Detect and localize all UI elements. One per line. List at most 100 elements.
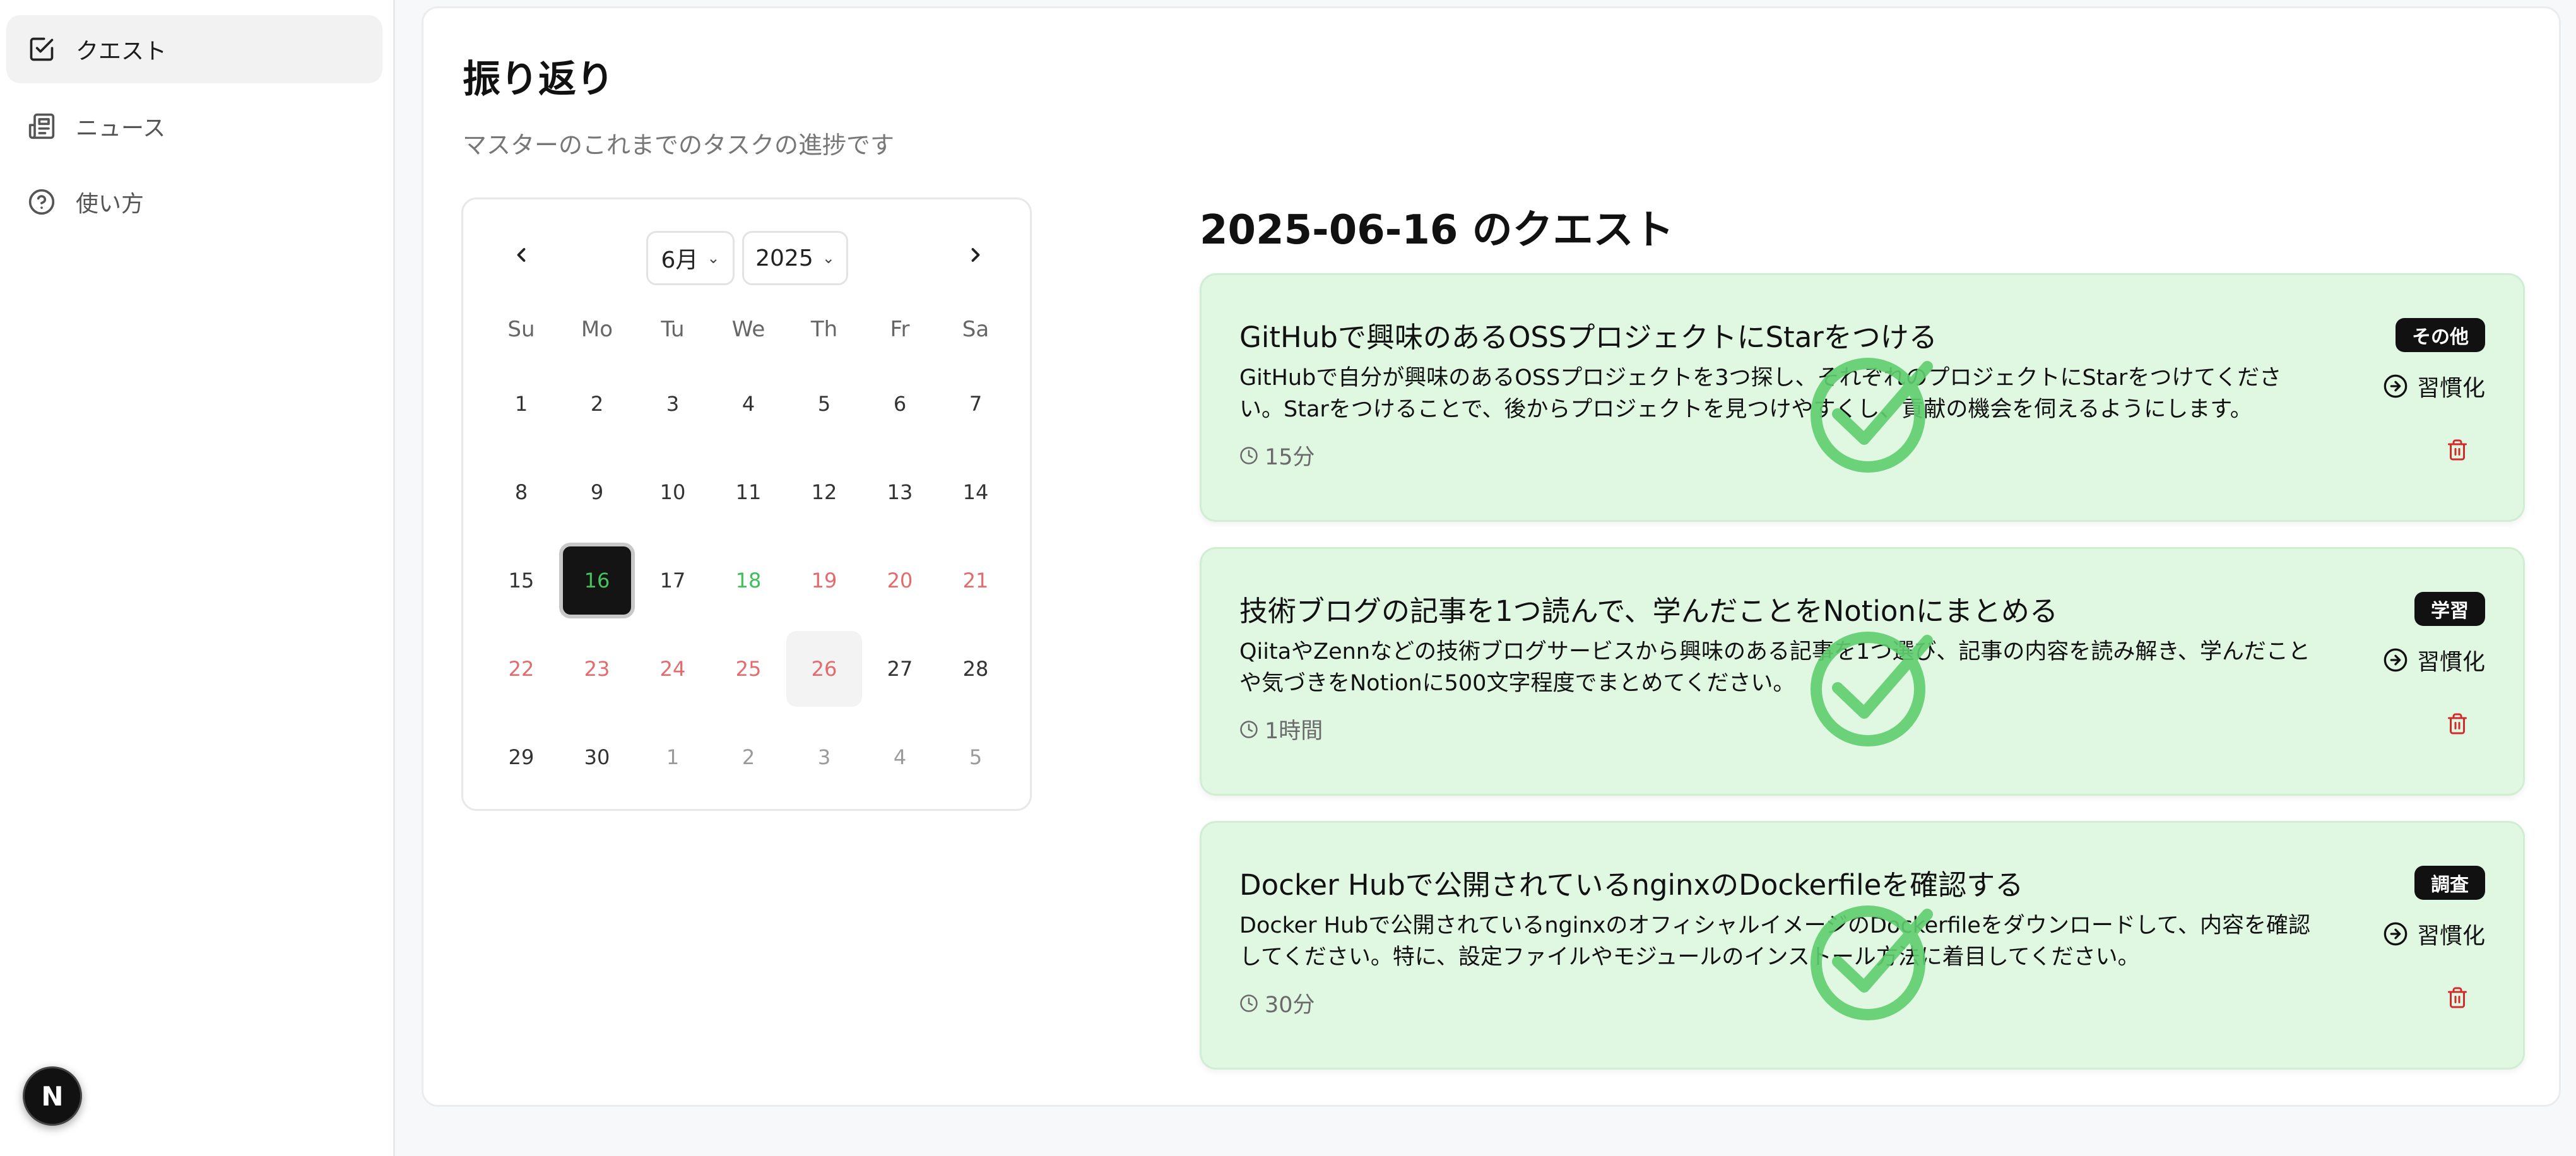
quest-duration: 30分 — [1239, 987, 1315, 1019]
calendar-day[interactable]: 7 — [938, 366, 1013, 442]
calendar-day-outside[interactable]: 2 — [711, 719, 786, 795]
quest-description: GitHubで自分が興味のあるOSSプロジェクトを3つ探し、それぞれのプロジェク… — [1239, 365, 2282, 422]
delete-button[interactable] — [2443, 982, 2471, 1013]
habit-button-label: 習慣化 — [2416, 649, 2485, 675]
quest-title: 技術ブログの記事を1つ読んで、学んだことをNotionにまとめる — [1239, 594, 2058, 628]
arrow-right-circle-icon — [2384, 922, 2408, 946]
calendar-day[interactable]: 17 — [635, 543, 711, 618]
quest-card[interactable]: GitHubで興味のあるOSSプロジェクトにStarをつける GitHubで自分… — [1200, 273, 2525, 522]
year-select-value: 2025 — [755, 245, 813, 271]
quest-date-heading: 2025-06-16 のクエスト — [1200, 207, 1674, 254]
calendar-day[interactable]: 9 — [559, 454, 635, 530]
main-panel: 振り返り マスターのこれまでのタスクの進捗です 6月 ⌄ 2025 ⌄ Su M… — [422, 6, 2561, 1107]
habit-button[interactable]: 習慣化 — [2383, 644, 2485, 676]
month-select[interactable]: 6月 ⌄ — [646, 231, 735, 285]
sidebar-item-news[interactable]: ニュース — [6, 92, 382, 160]
quest-duration-text: 15分 — [1265, 445, 1315, 470]
arrow-right-circle-icon — [2384, 648, 2408, 672]
calendar-day[interactable]: 30 — [559, 719, 635, 795]
calendar-day[interactable]: 29 — [483, 719, 559, 795]
trash-icon — [2448, 987, 2467, 1008]
quest-title: GitHubで興味のあるOSSプロジェクトにStarをつける — [1239, 321, 1937, 354]
quest-duration-text: 1時間 — [1265, 719, 1323, 744]
prev-month-button[interactable] — [495, 228, 548, 281]
habit-button[interactable]: 習慣化 — [2383, 917, 2485, 950]
calendar-day[interactable]: 11 — [711, 454, 786, 530]
calendar-day[interactable]: 5 — [786, 366, 862, 442]
calendar-day[interactable]: 6 — [862, 366, 938, 442]
weekday-label: Mo — [581, 317, 613, 342]
calendar-day-missed[interactable]: 19 — [786, 543, 862, 618]
calendar-day-outside[interactable]: 1 — [635, 719, 711, 795]
trash-icon — [2448, 713, 2467, 734]
category-badge: 学習 — [2414, 592, 2485, 626]
calendar-day[interactable]: 3 — [635, 366, 711, 442]
weekday-label: Su — [507, 317, 535, 342]
chevron-down-icon: ⌄ — [822, 249, 835, 267]
calendar-day-missed[interactable]: 20 — [862, 543, 938, 618]
weekday-label: Th — [810, 317, 838, 342]
calendar-day-selected[interactable]: 16 — [559, 543, 635, 618]
page-subtitle: マスターのこれまでのタスクの進捗です — [463, 131, 895, 159]
category-badge: その他 — [2396, 318, 2485, 352]
quest-title: Docker Hubで公開されているnginxのDockerfileを確認する — [1239, 868, 2024, 902]
calendar-day[interactable]: 1 — [483, 366, 559, 442]
check-square-icon — [25, 33, 58, 66]
next-month-button[interactable] — [949, 228, 1002, 281]
avatar[interactable]: N — [23, 1066, 82, 1126]
chevron-left-icon — [517, 248, 526, 262]
page-title: 振り返り — [463, 57, 614, 102]
quest-description: Docker Hubで公開されているnginxのオフィシャルイメージのDocke… — [1239, 913, 2311, 970]
sidebar: クエスト ニュース 使い方 N — [0, 0, 395, 1156]
month-select-value: 6月 — [661, 247, 699, 273]
clock-icon — [1240, 994, 1258, 1012]
delete-button[interactable] — [2443, 708, 2471, 740]
calendar-day[interactable]: 14 — [938, 454, 1013, 530]
newspaper-icon — [25, 110, 58, 143]
sidebar-item-label: 使い方 — [76, 191, 145, 217]
calendar-day-missed[interactable]: 24 — [635, 631, 711, 707]
calendar-day[interactable]: 27 — [862, 631, 938, 707]
calendar-day-missed[interactable]: 22 — [483, 631, 559, 707]
quest-card[interactable]: 技術ブログの記事を1つ読んで、学んだことをNotionにまとめる QiitaやZ… — [1200, 547, 2525, 796]
sidebar-item-quest[interactable]: クエスト — [6, 15, 382, 83]
calendar-day-missed[interactable]: 21 — [938, 543, 1013, 618]
calendar-day[interactable]: 15 — [483, 543, 559, 618]
calendar: 6月 ⌄ 2025 ⌄ Su Mo Tu We Th Fr Sa 1 2 3 4… — [461, 198, 1032, 811]
quest-card[interactable]: Docker Hubで公開されているnginxのDockerfileを確認する … — [1200, 821, 2525, 1070]
sidebar-item-howto[interactable]: 使い方 — [6, 168, 382, 236]
calendar-day[interactable]: 4 — [711, 366, 786, 442]
calendar-day[interactable]: 10 — [635, 454, 711, 530]
quest-duration-text: 30分 — [1265, 993, 1315, 1018]
chevron-down-icon: ⌄ — [707, 249, 720, 267]
quest-description: QiitaやZennなどの技術ブログサービスから興味のある記事を1つ選び、記事の… — [1239, 639, 2310, 696]
quest-duration: 15分 — [1239, 439, 1315, 471]
trash-icon — [2448, 439, 2467, 461]
weekday-label: Sa — [962, 317, 990, 342]
calendar-day[interactable]: 13 — [862, 454, 938, 530]
weekday-label: Fr — [890, 317, 910, 342]
delete-button[interactable] — [2443, 434, 2471, 466]
habit-button[interactable]: 習慣化 — [2383, 370, 2485, 403]
calendar-day-missed[interactable]: 25 — [711, 631, 786, 707]
calendar-day-today[interactable]: 26 — [786, 631, 862, 707]
quest-duration: 1時間 — [1239, 713, 1323, 745]
year-select[interactable]: 2025 ⌄ — [742, 231, 848, 285]
chevron-right-icon — [971, 248, 980, 262]
calendar-day[interactable]: 2 — [559, 366, 635, 442]
help-circle-icon — [25, 186, 58, 218]
weekday-label: We — [731, 317, 765, 342]
calendar-day[interactable]: 12 — [786, 454, 862, 530]
arrow-right-circle-icon — [2384, 374, 2408, 398]
calendar-day-completed[interactable]: 18 — [711, 543, 786, 618]
calendar-day[interactable]: 28 — [938, 631, 1013, 707]
calendar-day[interactable]: 8 — [483, 454, 559, 530]
calendar-day-outside[interactable]: 5 — [938, 719, 1013, 795]
calendar-day-outside[interactable]: 3 — [786, 719, 862, 795]
clock-icon — [1240, 720, 1258, 738]
category-badge: 調査 — [2414, 866, 2485, 900]
weekday-label: Tu — [661, 317, 685, 342]
calendar-day-outside[interactable]: 4 — [862, 719, 938, 795]
habit-button-label: 習慣化 — [2416, 923, 2485, 949]
calendar-day-missed[interactable]: 23 — [559, 631, 635, 707]
